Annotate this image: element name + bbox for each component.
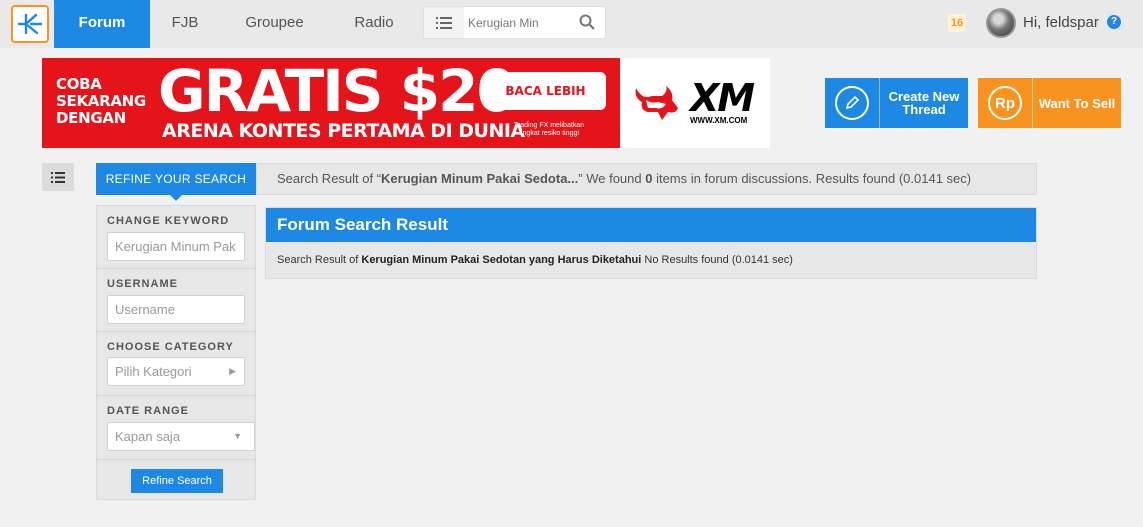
search-result-summary: Search Result of “Kerugian Minum Pakai S… (256, 163, 1037, 195)
forum-result-prefix: Search Result of (277, 254, 362, 266)
category-select-value: Pilih Kategori (115, 364, 192, 379)
category-label: CHOOSE CATEGORY (107, 341, 234, 353)
forum-result-suffix: No Results found (0.0141 sec) (641, 254, 793, 266)
date-range-select[interactable]: Kapan saja ▼ (107, 422, 255, 451)
banner-red-panel: COBA SEKARANG DENGAN GRATIS $20 ARENA KO… (42, 58, 620, 148)
date-range-label: DATE RANGE (107, 405, 189, 417)
summary-suffix: items in forum discussions. Results foun… (652, 171, 972, 186)
rupiah-icon: Rp (988, 86, 1022, 120)
top-navigation-bar: Forum FJB Groupee Radio 16 Hi, feldspar … (0, 0, 1143, 48)
date-range-value: Kapan saja (115, 429, 181, 444)
search-icon[interactable] (579, 14, 595, 35)
banner-intro-line-3: DENGAN (56, 109, 126, 127)
keyword-label: CHANGE KEYWORD (107, 215, 230, 227)
banner-headline: GRATIS $20 (158, 58, 517, 125)
want-to-sell-button[interactable]: Rp Want To Sell (978, 78, 1121, 128)
banner-disclaimer: Trading FX melibatkan tingkat resiko tin… (513, 122, 585, 137)
username-input[interactable]: Username (107, 295, 245, 324)
nav-tab-fjb[interactable]: FJB (160, 0, 210, 48)
summary-mid: ” We found (578, 171, 646, 186)
help-icon[interactable]: ? (1107, 15, 1121, 29)
nav-tab-forum[interactable]: Forum (54, 0, 150, 48)
chevron-down-icon: ▼ (233, 431, 242, 441)
forum-result-title: Forum Search Result (266, 208, 1036, 242)
list-icon (436, 16, 452, 29)
nav-tab-radio[interactable]: Radio (345, 0, 403, 48)
banner-subline: ARENA KONTES PERTAMA DI DUNIA (162, 120, 525, 142)
summary-prefix: Search Result of “ (277, 171, 382, 186)
refine-search-tab[interactable]: REFINE YOUR SEARCH (96, 163, 256, 201)
kaskus-logo-icon (17, 13, 43, 35)
forum-result-text: Search Result of Kerugian Minum Pakai Se… (277, 254, 793, 266)
summary-query: Kerugian Minum Pakai Sedota... (381, 171, 579, 186)
user-greeting[interactable]: Hi, feldspar (1023, 14, 1099, 31)
pencil-icon (835, 86, 869, 120)
create-thread-label: Create New Thread (880, 90, 968, 116)
create-new-thread-button[interactable]: Create New Thread (825, 78, 968, 128)
xm-brand-text: XM (690, 76, 755, 120)
forum-result-query: Kerugian Minum Pakai Sedotan yang Harus … (361, 254, 642, 266)
banner-intro-line-2: SEKARANG (56, 92, 146, 110)
avatar[interactable] (986, 8, 1016, 38)
nav-tab-groupee[interactable]: Groupee (232, 0, 317, 48)
sidebar-toggle-button[interactable] (42, 163, 74, 191)
notification-badge[interactable]: 16 (948, 14, 966, 32)
kaskus-logo[interactable] (11, 5, 49, 43)
date-range-section: DATE RANGE Kapan saja ▼ (97, 396, 255, 460)
pencil-icon-wrap (825, 78, 880, 128)
advertisement-banner[interactable]: COBA SEKARANG DENGAN GRATIS $20 ARENA KO… (42, 58, 770, 148)
search-filter-button[interactable] (424, 7, 464, 38)
chevron-right-icon: ▶ (229, 366, 236, 376)
bull-icon (635, 86, 678, 120)
category-select[interactable]: Pilih Kategori ▶ (107, 357, 245, 386)
banner-intro-line-1: COBA (56, 75, 102, 93)
category-section: CHOOSE CATEGORY Pilih Kategori ▶ (97, 332, 255, 396)
refine-search-button[interactable]: Refine Search (131, 469, 223, 493)
forum-search-result-panel: Forum Search Result Search Result of Ker… (265, 207, 1037, 279)
rupiah-icon-wrap: Rp (978, 78, 1033, 128)
xm-brand-logo: XM WWW.XM.COM (632, 76, 762, 126)
global-search-input[interactable] (468, 7, 568, 38)
username-section: USERNAME Username (97, 269, 255, 332)
xm-brand-url: WWW.XM.COM (690, 116, 748, 125)
global-search-box (423, 6, 606, 39)
create-thread-label-line-2: Thread (902, 102, 946, 117)
banner-cta-button[interactable]: BACA LEBIH LANJUT (485, 72, 606, 136)
refine-sidebar: CHANGE KEYWORD Kerugian Minum Pak USERNA… (96, 205, 256, 500)
list-toggle-icon (51, 171, 65, 183)
username-label: USERNAME (107, 278, 178, 290)
keyword-section: CHANGE KEYWORD Kerugian Minum Pak (97, 206, 255, 269)
keyword-input[interactable]: Kerugian Minum Pak (107, 232, 245, 261)
want-to-sell-label: Want To Sell (1038, 95, 1116, 111)
banner-intro-text: COBA SEKARANG DENGAN (56, 76, 146, 127)
